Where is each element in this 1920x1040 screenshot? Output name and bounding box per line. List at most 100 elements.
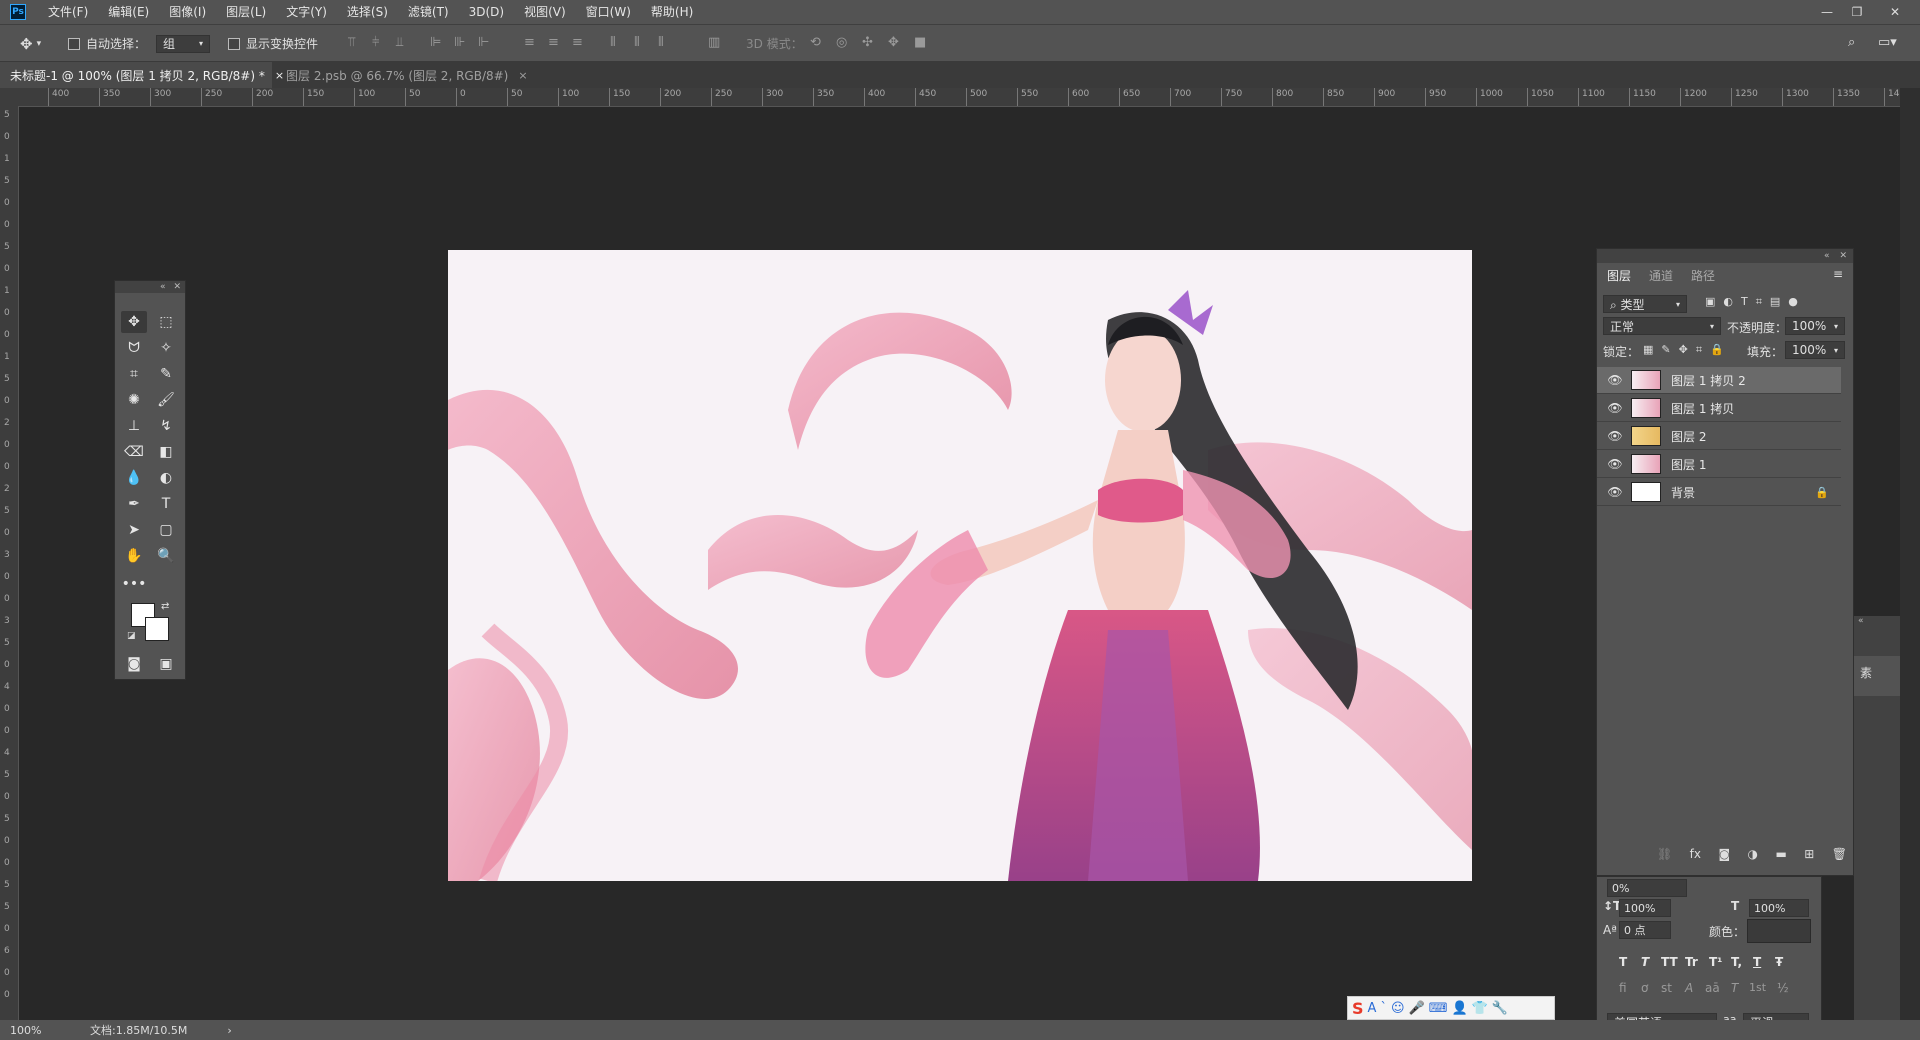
- layer-filter-dropdown[interactable]: ⌕ 类型 ▾: [1603, 295, 1687, 313]
- layer-row-layer1[interactable]: 👁 图层 1: [1597, 451, 1841, 478]
- show-transform-checkbox[interactable]: 显示变换控件: [228, 25, 318, 62]
- tab-layers[interactable]: 图层: [1597, 263, 1642, 287]
- eyedropper-tool-icon[interactable]: ✎: [153, 363, 179, 385]
- layer-filter-icons[interactable]: ▣◐T⌗▤●: [1705, 295, 1806, 309]
- layer-name[interactable]: 图层 1 拷贝: [1671, 400, 1734, 417]
- titling-button[interactable]: T: [1731, 981, 1738, 995]
- tools-panel-header[interactable]: « ✕: [115, 281, 185, 293]
- auto-select-checkbox[interactable]: 自动选择：: [68, 25, 146, 62]
- panel-menu-icon[interactable]: ≡: [1833, 267, 1843, 281]
- layer-name[interactable]: 背景: [1671, 484, 1695, 501]
- subscript-button[interactable]: T,: [1731, 955, 1742, 969]
- eraser-tool-icon[interactable]: ⌫: [121, 441, 147, 463]
- menu-window[interactable]: 窗口(W): [576, 0, 641, 24]
- close-window-button[interactable]: ✕: [1880, 0, 1910, 24]
- distribute-hcenter-icon[interactable]: ⦀: [634, 35, 640, 50]
- distribute-bottom-icon[interactable]: ≡: [572, 35, 583, 50]
- magic-wand-tool-icon[interactable]: ✧: [153, 337, 179, 359]
- blend-mode-dropdown[interactable]: 正常 ▾: [1603, 317, 1721, 335]
- menu-type[interactable]: 文字(Y): [276, 0, 337, 24]
- 3d-orbit-icon[interactable]: ⟲: [810, 35, 821, 50]
- ordinals-button[interactable]: 1st: [1749, 981, 1766, 994]
- tab-channels[interactable]: 通道: [1639, 263, 1683, 287]
- layers-panel-header[interactable]: « ✕: [1597, 249, 1853, 263]
- sogou-logo-icon[interactable]: S: [1352, 999, 1364, 1018]
- ime-punctuation-icon[interactable]: ˋ: [1380, 1001, 1387, 1016]
- spot-healing-tool-icon[interactable]: ✺: [121, 389, 147, 411]
- workspace-icon[interactable]: ▭▾: [1878, 35, 1897, 50]
- tab-layer-2-psb[interactable]: 图层 2.psb @ 66.7% (图层 2, RGB/8#) ×: [276, 62, 528, 88]
- menu-view[interactable]: 视图(V): [514, 0, 576, 24]
- old-style-button[interactable]: ơ: [1641, 981, 1648, 995]
- layer-row-background[interactable]: 👁 背景 🔒: [1597, 479, 1841, 506]
- auto-select-dropdown[interactable]: 组 ▾: [156, 34, 210, 53]
- zoom-tool-icon[interactable]: 🔍: [153, 545, 179, 567]
- eye-icon[interactable]: 👁: [1605, 485, 1625, 499]
- eye-icon[interactable]: 👁: [1605, 429, 1625, 443]
- opacity-input[interactable]: 100% ▾: [1785, 317, 1845, 335]
- swap-colors-icon[interactable]: ⇄: [161, 601, 169, 612]
- vertical-scrollbar[interactable]: [1900, 88, 1920, 1020]
- distribute-right-icon[interactable]: ⦀: [658, 35, 664, 50]
- menu-help[interactable]: 帮助(H): [641, 0, 703, 24]
- link-icon[interactable]: ⛓: [1657, 847, 1672, 861]
- stylistic-alternates-button[interactable]: aā: [1705, 981, 1720, 995]
- menu-3d[interactable]: 3D(D): [459, 0, 514, 24]
- ime-skin-icon[interactable]: 👕: [1472, 1001, 1488, 1016]
- ligatures-button[interactable]: fi: [1619, 981, 1627, 995]
- quick-mask-icon[interactable]: ◙: [121, 653, 147, 675]
- show-transform-checkbox-box[interactable]: [228, 37, 240, 50]
- ime-settings-icon[interactable]: 🔧: [1492, 1001, 1508, 1016]
- trash-icon[interactable]: 🗑: [1832, 847, 1847, 861]
- superscript-button[interactable]: T¹: [1709, 955, 1722, 969]
- all-caps-button[interactable]: TT: [1661, 955, 1678, 969]
- move-tool-preset-icon[interactable]: ✥ ▾: [20, 25, 41, 62]
- faux-italic-button[interactable]: T: [1641, 955, 1649, 969]
- menu-layer[interactable]: 图层(L): [216, 0, 276, 24]
- document-canvas[interactable]: [448, 250, 1472, 881]
- dodge-tool-icon[interactable]: ◐: [153, 467, 179, 489]
- rectangle-tool-icon[interactable]: ▢: [153, 519, 179, 541]
- tab-untitled-1[interactable]: 未标题-1 @ 100% (图层 1 拷贝 2, RGB/8#) * ×: [0, 62, 284, 88]
- ime-keyboard-icon[interactable]: ⌨: [1429, 1001, 1448, 1016]
- minimize-button[interactable]: —: [1812, 0, 1842, 24]
- crop-tool-icon[interactable]: ⌗: [121, 363, 147, 385]
- close-icon[interactable]: ✕: [1839, 251, 1847, 261]
- baseline-shift-input[interactable]: 0 点: [1619, 921, 1671, 939]
- menu-filter[interactable]: 滤镜(T): [398, 0, 459, 24]
- 3d-scale-icon[interactable]: ■: [914, 35, 926, 50]
- align-hcenter-icon[interactable]: ⊪: [454, 35, 465, 50]
- mask-icon[interactable]: ◙: [1718, 847, 1730, 861]
- layer-row-layer1-copy2[interactable]: 👁 图层 1 拷贝 2: [1597, 367, 1841, 394]
- expand-icon[interactable]: «: [1858, 616, 1864, 626]
- ime-voice-icon[interactable]: 🎤: [1409, 1001, 1425, 1016]
- lasso-tool-icon[interactable]: ᗢ: [121, 337, 147, 359]
- layer-name[interactable]: 图层 2: [1671, 428, 1706, 445]
- gradient-tool-icon[interactable]: ◧: [153, 441, 179, 463]
- hand-tool-icon[interactable]: ✋: [121, 545, 147, 567]
- restore-button[interactable]: ❐: [1842, 0, 1872, 24]
- 3d-roll-icon[interactable]: ◎: [836, 35, 847, 50]
- fractions-button[interactable]: ½: [1777, 981, 1789, 995]
- close-icon[interactable]: ✕: [173, 282, 181, 292]
- status-menu-arrow-icon[interactable]: ›: [227, 1024, 231, 1037]
- menu-file[interactable]: 文件(F): [38, 0, 98, 24]
- 3d-slide-icon[interactable]: ✥: [888, 35, 899, 50]
- align-bottom-icon[interactable]: ⫫: [396, 35, 403, 50]
- zoom-level[interactable]: 100%: [10, 1024, 70, 1037]
- distribute-vcenter-icon[interactable]: ≡: [548, 35, 559, 50]
- align-top-icon[interactable]: ⫪: [348, 35, 355, 50]
- pen-tool-icon[interactable]: ✒: [121, 493, 147, 515]
- horizontal-ruler[interactable]: 400 350 300 250 200 150 100 50 0 50 100 150 200 250 30…: [18, 88, 1900, 107]
- collapsed-panel[interactable]: 素: [1854, 656, 1900, 696]
- screen-mode-icon[interactable]: ▣: [153, 653, 179, 675]
- type-tool-icon[interactable]: T: [153, 493, 179, 515]
- folder-icon[interactable]: ▬: [1775, 847, 1786, 861]
- ime-user-icon[interactable]: 👤: [1451, 1001, 1467, 1016]
- clone-stamp-tool-icon[interactable]: ⊥: [121, 415, 147, 437]
- adjustment-icon[interactable]: ◑: [1748, 847, 1758, 861]
- small-caps-button[interactable]: Tr: [1685, 955, 1698, 969]
- search-icon[interactable]: ⌕: [1848, 35, 1855, 50]
- discretionary-ligatures-button[interactable]: st: [1661, 981, 1672, 995]
- brush-tool-icon[interactable]: 🖌: [153, 389, 179, 411]
